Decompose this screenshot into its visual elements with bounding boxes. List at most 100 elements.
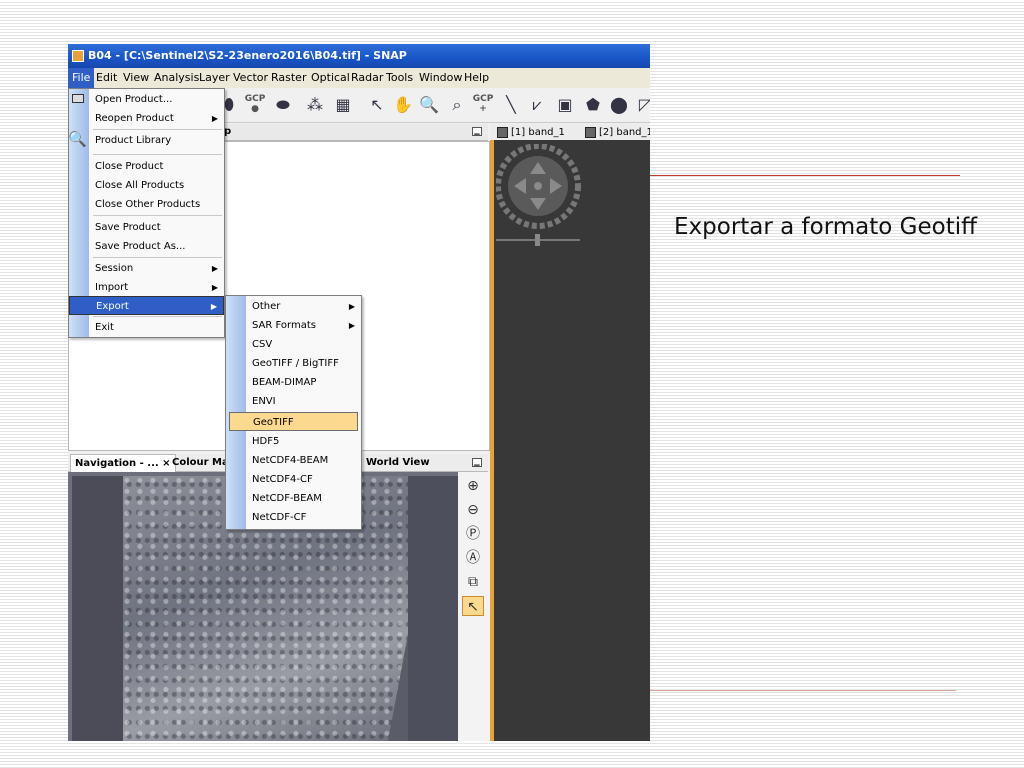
- menu-item-netcdf-beam[interactable]: NetCDF-BEAM: [226, 489, 361, 508]
- menu-item-open-product[interactable]: Open Product...: [69, 90, 224, 109]
- menu-layer[interactable]: Layer: [195, 68, 234, 88]
- top-accent-line: [650, 175, 960, 176]
- ellipse-draw-icon[interactable]: ⬤: [608, 94, 630, 116]
- select-arrow-icon[interactable]: ↖: [366, 94, 388, 116]
- minimize-icon[interactable]: ▁: [472, 127, 482, 136]
- menu-separator: [93, 154, 222, 155]
- tab-navigation-label: Navigation - ...: [75, 458, 159, 469]
- menu-item-session[interactable]: Session ▶: [69, 259, 224, 278]
- gcp-placing-label: GCP: [472, 94, 494, 104]
- menu-item-sar-formats[interactable]: SAR Formats ▶: [226, 316, 361, 335]
- navigation-overview-image-right-pad: [408, 476, 458, 741]
- close-other-products-label: Close Other Products: [95, 199, 201, 210]
- geotiff-bigtiff-label: GeoTIFF / BigTIFF: [252, 358, 339, 369]
- close-all-products-label: Close All Products: [95, 180, 185, 191]
- sar-formats-label: SAR Formats: [252, 320, 316, 331]
- gcp-icon[interactable]: GCP ●: [244, 94, 266, 116]
- menu-item-close-other-products[interactable]: Close Other Products: [69, 195, 224, 214]
- tab-world-view[interactable]: World View: [362, 454, 434, 471]
- submenu-arrow-icon: ▶: [210, 302, 217, 311]
- menu-item-reopen-product[interactable]: Reopen Product ▶: [69, 109, 224, 128]
- grid-graph-icon[interactable]: ▦: [332, 94, 354, 116]
- navigation-control-icon[interactable]: [496, 144, 586, 254]
- menu-item-save-product-as[interactable]: Save Product As...: [69, 237, 224, 256]
- geotiff-label: GeoTIFF: [253, 417, 294, 428]
- menu-item-beam-dimap[interactable]: BEAM-DIMAP: [226, 373, 361, 392]
- menu-item-product-library[interactable]: Product Library: [69, 131, 224, 150]
- menu-item-hdf5[interactable]: HDF5: [226, 432, 361, 451]
- menu-item-csv[interactable]: CSV: [226, 335, 361, 354]
- menu-vector[interactable]: Vector: [229, 68, 272, 88]
- tab-navigation[interactable]: Navigation - ... ×: [70, 454, 176, 472]
- menu-item-save-product[interactable]: Save Product: [69, 218, 224, 237]
- range-finder-icon[interactable]: ◸: [634, 94, 650, 116]
- polygon-draw-icon[interactable]: ⬟: [582, 94, 604, 116]
- zoom-out-icon[interactable]: ⊖: [462, 500, 484, 520]
- menu-item-close-product[interactable]: Close Product: [69, 157, 224, 176]
- hdf5-label: HDF5: [252, 436, 280, 447]
- menu-edit[interactable]: Edit: [92, 68, 121, 88]
- menu-help[interactable]: Help: [460, 68, 493, 88]
- tab-band-2[interactable]: [2] band_1: [582, 124, 650, 141]
- app-icon: [72, 50, 84, 62]
- menu-item-geotiff[interactable]: GeoTIFF: [229, 412, 358, 431]
- menu-item-exit[interactable]: Exit: [69, 318, 224, 337]
- zoom-icon[interactable]: 🔍: [418, 94, 440, 116]
- netcdf-beam-label: NetCDF-BEAM: [252, 493, 322, 504]
- zoom-in-icon[interactable]: ⊕: [462, 476, 484, 496]
- pan-hand-icon[interactable]: ✋: [392, 94, 414, 116]
- menu-tools[interactable]: Tools: [382, 68, 417, 88]
- graph-icon[interactable]: ⁂: [304, 94, 326, 116]
- image-edge: [388, 634, 408, 741]
- netcdf4-cf-label: NetCDF4-CF: [252, 474, 313, 485]
- menu-raster[interactable]: Raster: [267, 68, 310, 88]
- menu-item-envi[interactable]: ENVI: [226, 392, 361, 411]
- menu-item-export[interactable]: Export ▶: [69, 296, 224, 315]
- polyline-draw-icon[interactable]: ⩗: [526, 94, 548, 116]
- minimize-icon[interactable]: ▁: [472, 458, 482, 467]
- zoom-pixel-icon[interactable]: Ⓟ: [462, 524, 484, 544]
- tab-band-1[interactable]: [1] band_1: [494, 124, 568, 141]
- file-menu: Open Product... Reopen Product ▶ Product …: [68, 88, 225, 338]
- csv-label: CSV: [252, 339, 273, 350]
- pin-placing-icon[interactable]: ⌕: [446, 94, 468, 116]
- submenu-arrow-icon: ▶: [211, 283, 218, 292]
- export-submenu: Other ▶ SAR Formats ▶ CSV GeoTIFF / BigTIF…: [225, 295, 362, 530]
- product-library-icon: 🔍: [68, 130, 87, 148]
- rectangle-draw-icon[interactable]: ▣: [554, 94, 576, 116]
- menu-file[interactable]: File: [68, 68, 95, 88]
- menu-item-import[interactable]: Import ▶: [69, 278, 224, 297]
- slide-caption: Exportar a formato Geotiff: [674, 214, 977, 240]
- open-product-label: Open Product...: [95, 94, 173, 105]
- ellipse-icon[interactable]: ⬬: [272, 94, 294, 116]
- tab-band-2-label: [2] band_1: [599, 127, 650, 138]
- zoom-all-icon[interactable]: Ⓐ: [462, 548, 484, 568]
- exit-label: Exit: [95, 322, 114, 333]
- close-product-label: Close Product: [95, 161, 164, 172]
- other-label: Other: [252, 301, 281, 312]
- image-view[interactable]: [490, 140, 650, 741]
- submenu-arrow-icon: ▶: [211, 114, 218, 123]
- menu-item-netcdf-cf[interactable]: NetCDF-CF: [226, 508, 361, 527]
- menu-view[interactable]: View: [119, 68, 153, 88]
- menu-item-other[interactable]: Other ▶: [226, 297, 361, 316]
- gcp-placing-icon[interactable]: GCP +: [472, 94, 494, 116]
- product-library-label: Product Library: [95, 135, 172, 146]
- menu-window[interactable]: Window: [415, 68, 466, 88]
- menu-item-close-all-products[interactable]: Close All Products: [69, 176, 224, 195]
- product-explorer-title: p: [224, 126, 232, 137]
- line-draw-icon[interactable]: ╲: [500, 94, 522, 116]
- menu-bar: File Edit View Analysis Layer Vector Ras…: [68, 68, 650, 88]
- menu-item-netcdf4-beam[interactable]: NetCDF4-BEAM: [226, 451, 361, 470]
- menu-item-geotiff-bigtiff[interactable]: GeoTIFF / BigTIFF: [226, 354, 361, 373]
- band-icon: [497, 126, 508, 138]
- tab-band-1-label: [1] band_1: [511, 127, 565, 138]
- beam-dimap-label: BEAM-DIMAP: [252, 377, 317, 388]
- open-product-icon: [72, 94, 84, 103]
- menu-separator: [93, 316, 222, 317]
- sync-views-icon[interactable]: ⧉: [462, 572, 484, 592]
- sync-cursor-icon[interactable]: ↖: [462, 596, 484, 616]
- menu-item-netcdf4-cf[interactable]: NetCDF4-CF: [226, 470, 361, 489]
- navigation-overview-image-left-pad: [72, 476, 123, 741]
- bottom-accent-line: [650, 690, 956, 691]
